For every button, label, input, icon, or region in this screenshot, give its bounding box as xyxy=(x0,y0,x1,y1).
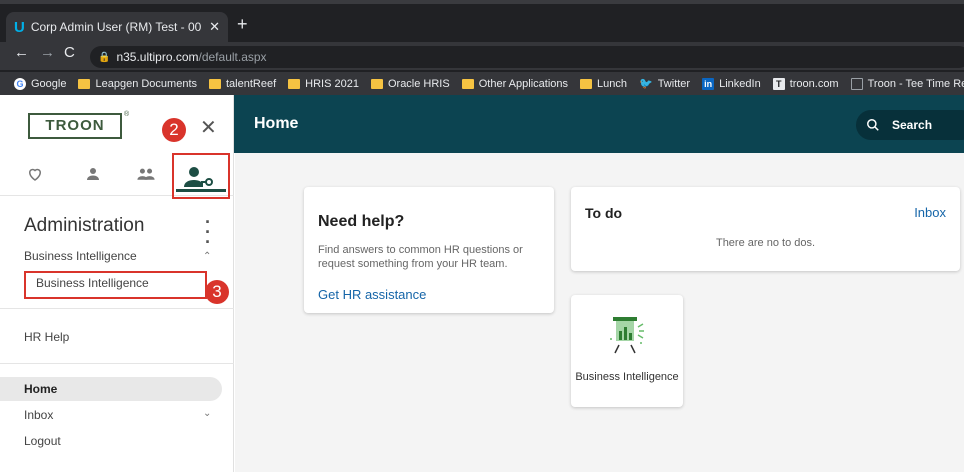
annotation-badge-3: 3 xyxy=(205,280,229,304)
folder-icon xyxy=(370,78,383,89)
help-card-description: Find answers to common HR questions or r… xyxy=(318,244,523,270)
divider xyxy=(0,308,234,309)
presentation-chart-icon xyxy=(610,317,644,354)
bookmark-troon-tee-time[interactable]: Troon - Tee Time Re... xyxy=(850,77,964,90)
app-header: Home Search xyxy=(234,95,964,153)
annotation-box-admin xyxy=(172,153,230,199)
search-button[interactable]: Search xyxy=(856,110,964,140)
bookmark-label: Google xyxy=(31,77,67,90)
twitter-icon: 🐦 xyxy=(638,78,653,90)
sidebar-item-logout[interactable]: Logout xyxy=(24,434,61,448)
new-tab-icon[interactable]: + xyxy=(237,14,248,35)
search-label: Search xyxy=(892,118,933,132)
bookmark-label: Other Applications xyxy=(478,77,568,90)
get-hr-assistance-link[interactable]: Get HR assistance xyxy=(318,287,426,302)
sidebar-item-home-label: Home xyxy=(24,382,58,396)
chevron-up-icon[interactable]: ⌃ xyxy=(203,251,211,262)
url-field[interactable]: 🔒 n35.ultipro.com/default.aspx xyxy=(90,46,964,68)
ultipro-favicon-icon: U xyxy=(14,18,25,36)
tab-title: Corp Admin User (RM) Test - 000 xyxy=(30,20,202,34)
help-card: Need help? Find answers to common HR que… xyxy=(304,187,554,313)
forward-icon[interactable]: → xyxy=(40,44,55,61)
bookmark-label: Twitter xyxy=(657,77,691,90)
bookmark-label: troon.com xyxy=(789,77,839,90)
bookmark-lunch[interactable]: Lunch xyxy=(580,78,627,90)
bookmark-oracle[interactable]: Oracle HRIS xyxy=(370,77,450,90)
bookmarks-bar: G Google Leapgen Documents talentReef HRI… xyxy=(0,72,964,95)
folder-icon xyxy=(288,78,301,89)
bookmark-other-apps[interactable]: Other Applications xyxy=(461,77,568,90)
team-icon[interactable] xyxy=(136,165,156,183)
chevron-down-icon[interactable]: ⌄ xyxy=(203,408,211,419)
bookmark-label: Troon - Tee Time Re... xyxy=(867,77,964,90)
browser-top-strip xyxy=(0,0,964,4)
folder-icon xyxy=(461,78,474,89)
more-options-icon[interactable]: · · · xyxy=(205,213,211,251)
annotation-box-business-intelligence xyxy=(24,271,207,299)
sidebar-group-business-intelligence[interactable]: Business Intelligence xyxy=(24,249,137,263)
bookmark-label: HRIS 2021 xyxy=(305,77,359,90)
folder-icon xyxy=(209,78,221,89)
divider xyxy=(0,363,234,364)
business-intelligence-tile[interactable]: Business Intelligence xyxy=(571,295,683,407)
registered-mark: ® xyxy=(124,111,130,118)
todo-empty-message: There are no to dos. xyxy=(715,237,816,249)
help-card-title: Need help? xyxy=(318,213,405,230)
url-path: /default.aspx xyxy=(198,50,267,64)
bookmark-hris2021[interactable]: HRIS 2021 xyxy=(288,78,359,90)
bookmark-google[interactable]: G Google xyxy=(14,77,67,90)
folder-icon xyxy=(580,78,592,89)
lock-icon: 🔒 xyxy=(98,51,111,63)
linkedin-icon: in xyxy=(702,77,715,90)
folder-icon xyxy=(78,78,91,89)
heart-icon[interactable] xyxy=(26,165,44,183)
close-tab-icon[interactable]: ✕ xyxy=(209,19,220,35)
google-icon: G xyxy=(14,77,26,90)
bookmark-twitter[interactable]: 🐦 Twitter xyxy=(638,77,691,91)
bookmark-talentreef[interactable]: talentReef xyxy=(209,78,276,90)
close-menu-icon[interactable]: ✕ xyxy=(200,115,217,140)
main-content: Need help? Find answers to common HR que… xyxy=(235,153,964,472)
person-icon[interactable] xyxy=(84,165,102,183)
page-title: Home xyxy=(254,115,299,132)
site-icon xyxy=(850,77,863,90)
site-icon: T xyxy=(772,77,785,90)
bookmark-label: Lunch xyxy=(597,77,627,90)
bookmark-label: talentReef xyxy=(226,77,277,90)
url-host: n35.ultipro.com xyxy=(116,50,199,64)
bookmark-label: Leapgen Documents xyxy=(95,77,197,90)
inbox-link[interactable]: Inbox xyxy=(914,205,946,220)
bookmark-leapgen[interactable]: Leapgen Documents xyxy=(78,78,197,90)
search-icon xyxy=(867,119,879,131)
annotation-badge-2: 2 xyxy=(162,118,186,142)
bookmark-label: Oracle HRIS xyxy=(387,77,450,90)
todo-card-title: To do xyxy=(585,205,623,221)
reload-icon[interactable]: C xyxy=(64,44,75,61)
troon-logo: TROON xyxy=(28,113,122,139)
bookmark-troon[interactable]: Ttroon.com xyxy=(772,77,839,90)
back-icon[interactable]: ← xyxy=(14,44,29,61)
section-title: Administration xyxy=(24,215,145,236)
sidebar-item-hr-help[interactable]: HR Help xyxy=(24,330,69,344)
bookmark-label: LinkedIn xyxy=(719,77,761,90)
sidebar-item-inbox[interactable]: Inbox xyxy=(24,408,53,422)
business-intelligence-tile-label: Business Intelligence xyxy=(575,371,679,383)
browser-tab[interactable]: U Corp Admin User (RM) Test - 000 ✕ xyxy=(6,12,228,42)
todo-card: To do Inbox There are no to dos. xyxy=(571,187,960,271)
bookmark-linkedin[interactable]: in LinkedIn xyxy=(702,77,761,90)
